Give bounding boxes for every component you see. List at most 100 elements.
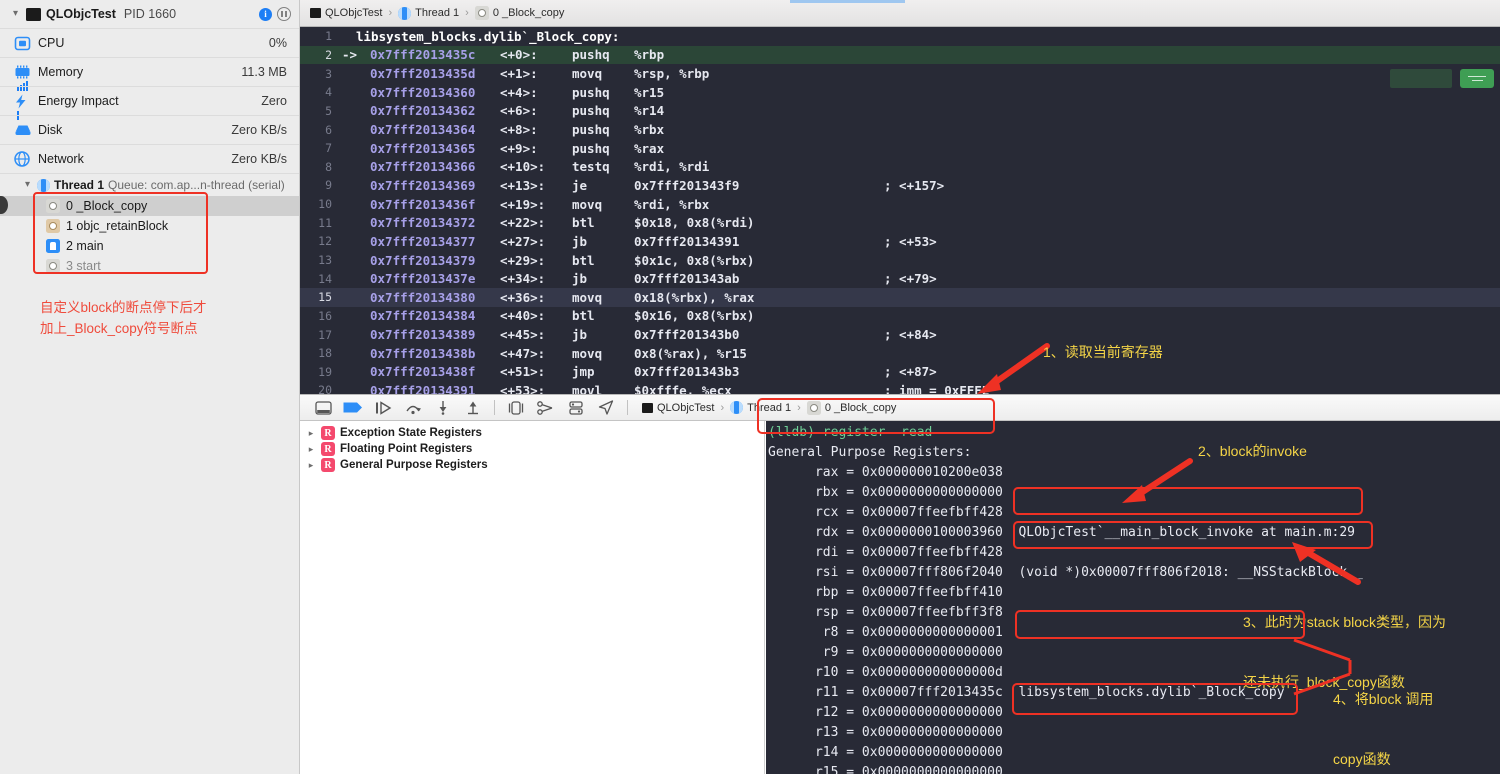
pause-icon[interactable]: [277, 7, 291, 21]
gauge-row-memory[interactable]: Memory 11.3 MB: [0, 57, 299, 91]
chevron-down-icon[interactable]: ▾: [22, 180, 33, 190]
disassembly-line[interactable]: 14 0x7fff2013437e <+34>: jb 0x7fff201343ab ; …: [300, 269, 1500, 288]
debug-view-hierarchy-button[interactable]: [501, 397, 531, 419]
line-number: 15: [318, 290, 332, 305]
disassembly-line[interactable]: 4 0x7fff20134360 <+4>: pushq %r15: [300, 83, 1500, 102]
debug-breadcrumb-project[interactable]: QLObjcTest: [642, 402, 714, 414]
breakpoint-toggle-button[interactable]: [338, 397, 368, 419]
disassembly-line[interactable]: 7 0x7fff20134365 <+9>: pushq %rax: [300, 139, 1500, 158]
instruction-address: 0x7fff2013437e: [370, 271, 476, 287]
chevron-down-icon[interactable]: ▾: [10, 9, 21, 19]
gauge-value-energy: Zero: [261, 94, 287, 108]
line-number: 16: [318, 308, 332, 323]
register-group-floating-point[interactable]: ▸ R Floating Point Registers: [300, 441, 764, 457]
line-number: 9: [325, 178, 332, 193]
instruction-operands: 0x7fff201343f9: [634, 177, 740, 193]
gauge-row-network[interactable]: Network Zero KB/s: [0, 144, 299, 173]
disassembly-line[interactable]: 19 0x7fff2013438f <+51>: jmp 0x7fff201343b3;…: [300, 363, 1500, 382]
disassembly-editor[interactable]: 1 libsystem_blocks.dylib`_Block_copy: 2 -> 0…: [300, 27, 1500, 394]
disassembly-line[interactable]: 16 0x7fff20134384 <+40>: btl $0x16, 0x8(%rbx…: [300, 307, 1500, 326]
info-icon[interactable]: i: [259, 7, 272, 21]
register-group-exception-state[interactable]: ▸ R Exception State Registers: [300, 425, 764, 441]
stack-frame-label: 1 objc_retainBlock: [66, 219, 169, 233]
step-out-button[interactable]: [458, 397, 488, 419]
instruction-offset: <+45>:: [500, 327, 546, 343]
disassembly-line[interactable]: 3 0x7fff2013435d <+1>: movq %rsp, %rbp: [300, 64, 1500, 83]
instruction-offset: <+29>:: [500, 252, 546, 268]
stack-frame-0[interactable]: 0 _Block_copy: [0, 196, 299, 216]
instruction-operands: %r15: [634, 84, 665, 100]
disassembly-line[interactable]: 18 0x7fff2013438b <+47>: movq 0x8(%rax), %r1…: [300, 344, 1500, 363]
step-into-button[interactable]: [428, 397, 458, 419]
simulate-location-button[interactable]: [591, 397, 621, 419]
instruction-operands: %rax: [634, 140, 665, 156]
gauge-row-cpu[interactable]: CPU 0%: [0, 28, 299, 57]
instruction-offset: <+13>:: [500, 177, 546, 193]
debug-breadcrumb-thread[interactable]: Thread 1: [730, 401, 791, 414]
instruction-mnemonic: testq: [572, 159, 610, 175]
stack-frame-2[interactable]: 2 main: [0, 236, 299, 256]
console-register-line: r10 = 0x000000000000000d: [768, 665, 1003, 680]
gauge-row-disk[interactable]: Disk Zero KB/s: [0, 115, 299, 144]
instruction-offset: <+27>:: [500, 233, 546, 249]
disassembly-line[interactable]: 17 0x7fff20134389 <+45>: jb 0x7fff201343b0 ; …: [300, 325, 1500, 344]
instruction-operands: $0x18, 0x8(%rdi): [634, 215, 755, 231]
gauge-row-energy[interactable]: Energy Impact Zero: [0, 86, 299, 120]
console-register-line: rbx = 0x0000000000000000: [768, 485, 1003, 500]
breadcrumb-label: QLObjcTest: [657, 401, 715, 414]
instruction-address: 0x7fff20134366: [370, 159, 476, 175]
lldb-console[interactable]: (lldb) register read General Purpose Regi…: [766, 421, 1500, 774]
register-group-general-purpose[interactable]: ▸ R General Purpose Registers: [300, 457, 764, 473]
instruction-address: 0x7fff2013438f: [370, 364, 476, 380]
thread-icon: [37, 178, 50, 192]
variables-view[interactable]: ▸ R Exception State Registers ▸ R Floati…: [300, 421, 765, 774]
disassembly-line[interactable]: 6 0x7fff20134364 <+8>: pushq %rbx: [300, 120, 1500, 139]
disassembly-line[interactable]: 8 0x7fff20134366 <+10>: testq %rdi, %rdi: [300, 157, 1500, 176]
disassembly-line[interactable]: 10 0x7fff2013436f <+19>: movq %rdi, %rbx: [300, 195, 1500, 214]
disassembly-line[interactable]: 11 0x7fff20134372 <+22>: btl $0x18, 0x8(%rdi…: [300, 213, 1500, 232]
step-over-button[interactable]: [398, 397, 428, 419]
line-number: 1: [325, 29, 332, 44]
chevron-right-icon[interactable]: ▸: [306, 428, 316, 439]
thread-row[interactable]: ▾ Thread 1 Queue: com.ap...n-thread (ser…: [0, 173, 299, 196]
instruction-address: 0x7fff20134380: [370, 289, 476, 305]
breadcrumb-item-frame[interactable]: 0 _Block_copy: [474, 6, 565, 20]
breadcrumb-label: Thread 1: [415, 7, 460, 19]
instruction-offset: <+4>:: [500, 84, 538, 100]
instruction-mnemonic: pushq: [572, 84, 610, 100]
stack-frame-3[interactable]: 3 start: [0, 256, 299, 276]
instruction-address: 0x7fff2013436f: [370, 196, 476, 212]
chevron-right-icon[interactable]: ▸: [306, 444, 316, 455]
console-register-line: rsp = 0x00007ffeefbff3f8: [768, 605, 1003, 620]
disassembly-line[interactable]: 13 0x7fff20134379 <+29>: btl $0x1c, 0x8(%rbx…: [300, 251, 1500, 270]
stack-frame-1[interactable]: 1 objc_retainBlock: [0, 216, 299, 236]
jump-bar-indicator[interactable]: [1460, 69, 1494, 88]
memory-graph-button[interactable]: [531, 397, 561, 419]
disassembly-line[interactable]: 1 libsystem_blocks.dylib`_Block_copy:: [300, 27, 1500, 46]
debug-breadcrumb-frame[interactable]: 0 _Block_copy: [806, 400, 896, 415]
continue-button[interactable]: [368, 397, 398, 419]
pc-marker: ->: [342, 47, 358, 63]
disassembly-line[interactable]: 12 0x7fff20134377 <+27>: jb 0x7fff20134391 ; …: [300, 232, 1500, 251]
console-register-line: r11 = 0x00007fff2013435c libsystem_block…: [768, 685, 1285, 700]
process-header-row[interactable]: ▾ QLObjcTest PID 1660 i: [0, 0, 299, 28]
breadcrumb-label: 0 _Block_copy: [492, 7, 565, 19]
line-number: 5: [325, 103, 332, 118]
hide-debug-area-button[interactable]: [308, 397, 338, 419]
instruction-offset: <+10>:: [500, 159, 546, 175]
disassembly-line[interactable]: 2 -> 0x7fff2013435c <+0>: pushq %rbp: [300, 45, 1500, 65]
console-register-line: r8 = 0x0000000000000001: [768, 625, 1003, 640]
disassembly-line[interactable]: 15 0x7fff20134380 <+36>: movq 0x18(%rbx), %r…: [300, 287, 1500, 307]
disassembly-line[interactable]: 5 0x7fff20134362 <+6>: pushq %r14: [300, 102, 1500, 121]
instruction-mnemonic: jb: [572, 271, 588, 287]
disassembly-line[interactable]: 9 0x7fff20134369 <+13>: je 0x7fff201343f9 ; <…: [300, 176, 1500, 195]
chevron-right-icon[interactable]: ▸: [306, 460, 316, 471]
instruction-address: 0x7fff2013435c: [370, 47, 476, 63]
breadcrumb-item-thread[interactable]: Thread 1: [398, 6, 460, 20]
breadcrumb-separator: ›: [388, 7, 393, 19]
environment-overrides-button[interactable]: [561, 397, 591, 419]
console-register-line: r15 = 0x0000000000000000: [768, 765, 1003, 774]
breadcrumb-item-project[interactable]: QLObjcTest: [310, 7, 382, 19]
disassembly-line[interactable]: 20 0x7fff20134391 <+53>: movl $0xfffe, %ecx;…: [300, 381, 1500, 394]
thread-icon: [730, 401, 744, 414]
